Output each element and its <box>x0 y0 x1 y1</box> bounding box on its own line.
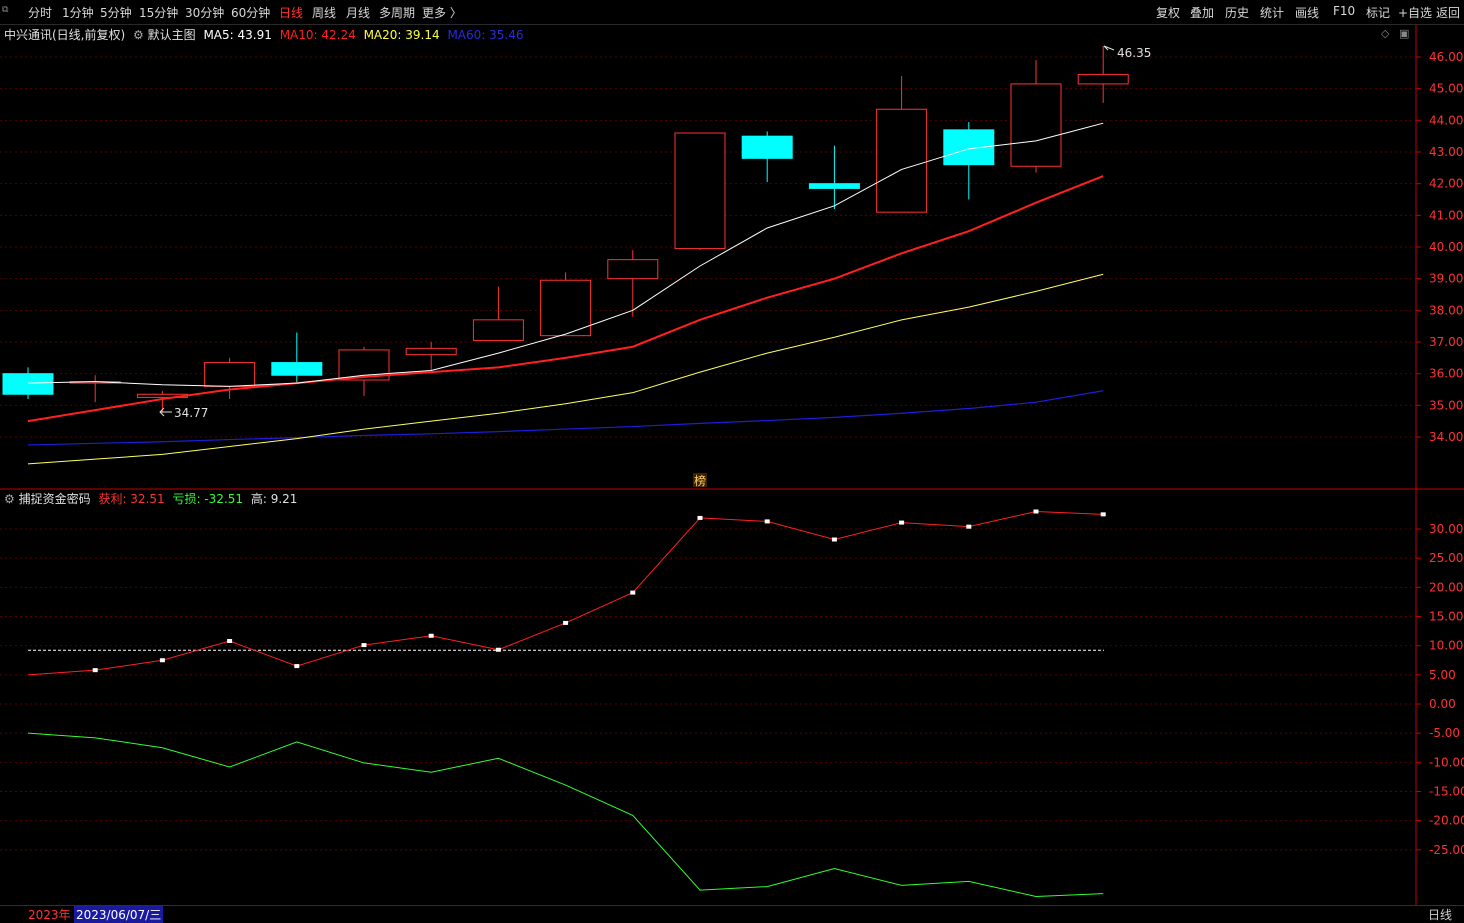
profit-point <box>630 590 636 595</box>
y-tick-label: 40.00 <box>1429 240 1463 254</box>
year-label: 2023年 <box>28 908 71 922</box>
profit-point <box>159 658 165 663</box>
candle-body <box>1077 73 1129 85</box>
y-tick-label: -5.00 <box>1429 726 1460 740</box>
candle-body <box>271 362 323 376</box>
candle-body <box>2 373 54 395</box>
profit-point <box>697 515 703 520</box>
low-price-label: 34.77 <box>174 406 208 420</box>
profit-point <box>899 520 905 525</box>
candle-body <box>472 319 524 341</box>
candle-body <box>540 279 592 337</box>
profit-point <box>966 524 972 529</box>
y-tick-label: 35.00 <box>1429 398 1463 412</box>
profit-point <box>227 639 233 644</box>
y-tick-label: 37.00 <box>1429 335 1463 349</box>
y-tick-label: -15.00 <box>1429 784 1464 798</box>
status-bar: 2023年 2023/06/07/三 日线 <box>0 905 1464 923</box>
candle-body <box>1010 83 1062 167</box>
candle-body <box>607 259 659 280</box>
y-tick-label: 38.00 <box>1429 303 1463 317</box>
y-tick-label: -10.00 <box>1429 755 1464 769</box>
y-tick-label: 44.00 <box>1429 113 1463 127</box>
profit-point <box>563 620 569 625</box>
y-tick-label: 0.00 <box>1429 697 1456 711</box>
candle-body <box>876 108 928 213</box>
y-tick-label: 5.00 <box>1429 668 1456 682</box>
profit-point <box>428 633 434 638</box>
loss-line <box>27 732 1104 898</box>
y-tick-label: 42.00 <box>1429 177 1463 191</box>
y-tick-label: 30.00 <box>1429 522 1463 536</box>
candle-body <box>808 183 860 189</box>
price-chart[interactable]: 46.00 45.00 44.00 43.00 42.00 41.00 40.00 39.00… <box>0 0 1464 921</box>
y-tick-label: 43.00 <box>1429 145 1463 159</box>
profit-point <box>831 537 837 542</box>
profit-point <box>92 668 98 673</box>
candle-body <box>204 362 256 387</box>
y-tick-label: -20.00 <box>1429 814 1464 828</box>
profit-point <box>361 643 367 648</box>
y-tick-label: 36.00 <box>1429 367 1463 381</box>
profit-point <box>1100 512 1106 517</box>
y-tick-label: -25.00 <box>1429 843 1464 857</box>
y-tick-label: 20.00 <box>1429 580 1463 594</box>
profit-point <box>764 519 770 524</box>
profit-point <box>495 647 501 652</box>
y-tick-label: 41.00 <box>1429 208 1463 222</box>
candle-body <box>741 135 793 159</box>
high-arrow-icon <box>1103 45 1115 51</box>
y-tick-label: 45.00 <box>1429 82 1463 96</box>
date-label: 2023/06/07/三 <box>74 906 164 923</box>
candle-body <box>405 347 457 356</box>
high-price-label: 46.35 <box>1117 46 1151 60</box>
y-tick-label: 39.00 <box>1429 272 1463 286</box>
y-tick-label: 34.00 <box>1429 430 1463 444</box>
marker-glyph: 榜 <box>694 473 706 488</box>
y-tick-label: 15.00 <box>1429 610 1463 624</box>
ma5-line <box>27 122 1104 387</box>
profit-point <box>294 664 300 669</box>
candle-body <box>674 132 726 250</box>
y-tick-label: 10.00 <box>1429 639 1463 653</box>
profit-point <box>1033 509 1039 514</box>
y-tick-label: 46.00 <box>1429 50 1463 64</box>
y-tick-label: 25.00 <box>1429 551 1463 565</box>
period-label: 日线 <box>1428 908 1453 922</box>
